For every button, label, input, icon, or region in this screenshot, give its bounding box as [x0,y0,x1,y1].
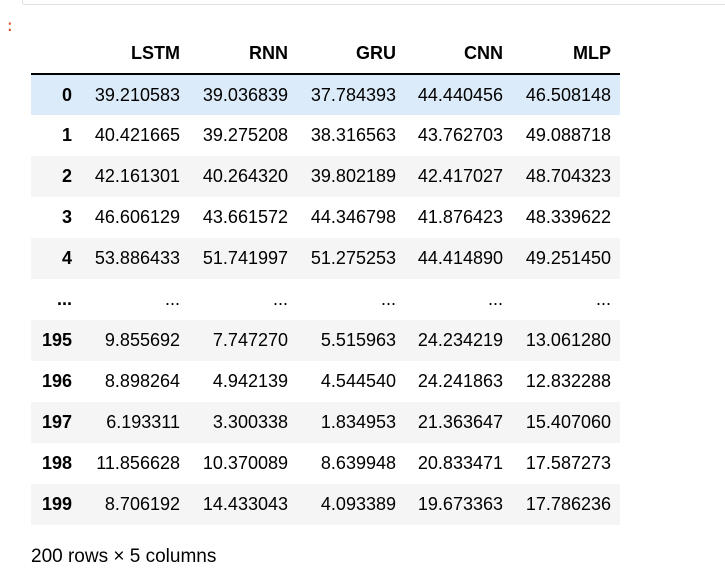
table-row: 199 8.706192 14.433043 4.093389 19.673363 17.… [31,484,620,525]
table-cell: 42.161301 [94,166,180,186]
row-index: 4 [61,248,72,268]
table-cell: 15.407060 [525,412,611,432]
table-row: 1 40.421665 39.275208 38.316563 43.762703 49.… [31,115,620,156]
table-row: 4 53.886433 51.741997 51.275253 44.414890 49.… [31,238,620,279]
table-cell: 20.833471 [417,453,503,473]
table-cell: 14.433043 [202,494,288,514]
table-cell: 49.088718 [525,125,611,145]
table-cell: 8.898264 [104,371,180,391]
column-header-mlp: MLP [512,33,620,75]
table-cell: 44.346798 [310,207,396,227]
table-cell: 44.440456 [417,84,503,105]
table-cell: 4.942139 [212,371,288,391]
table-row: 198 11.856628 10.370089 8.639948 20.833471 17… [31,443,620,484]
row-index: 195 [41,330,72,350]
table-cell: 39.210583 [94,84,180,105]
table-cell: 8.639948 [320,453,396,473]
table-cell: 37.784393 [310,84,396,105]
header-row: LSTM RNN GRU CNN MLP [31,33,620,75]
table-cell: 13.061280 [525,330,611,350]
table-cell: 48.704323 [525,166,611,186]
row-index: 199 [41,494,72,514]
table-cell: 38.316563 [310,125,396,145]
table-row: 2 42.161301 40.264320 39.802189 42.417027 48.… [31,156,620,197]
table-cell: 44.414890 [417,248,503,268]
table-row: 195 9.855692 7.747270 5.515963 24.234219 13.0… [31,320,620,361]
table-cell: 51.275253 [310,248,396,268]
table-cell: ... [380,289,396,309]
row-index: 198 [41,453,72,473]
table-cell: 41.876423 [417,207,503,227]
table-cell: 11.856628 [96,453,180,473]
table-cell: ... [487,289,503,309]
column-header-lstm: LSTM [81,33,189,75]
table-body: 0 39.210583 39.036839 37.784393 44.440456 46.… [31,74,620,525]
previous-cell-frame [22,0,725,5]
table-cell: 21.363647 [417,412,503,432]
table-cell: 46.508148 [525,84,611,105]
table-cell: 24.241863 [417,371,503,391]
table-cell: 9.855692 [104,330,180,350]
table-cell: 4.093389 [320,494,396,514]
table-cell: 10.370089 [202,453,288,473]
table-cell: 40.264320 [202,166,288,186]
column-header-rnn: RNN [189,33,297,75]
table-row: 0 39.210583 39.036839 37.784393 44.440456 46.… [31,74,620,115]
table-cell: 5.515963 [320,330,396,350]
dataframe-table: LSTM RNN GRU CNN MLP 0 39.210583 39.036839… [31,33,620,525]
table-cell: 46.606129 [94,207,180,227]
row-index: 197 [41,412,72,432]
output-prompt-marker: : [5,18,15,36]
table-cell: 51.741997 [202,248,288,268]
table-cell: 4.544540 [320,371,396,391]
table-cell: 12.832288 [525,371,611,391]
index-header [31,33,81,75]
column-header-gru: GRU [297,33,405,75]
table-row: 196 8.898264 4.942139 4.544540 24.241863 12.8… [31,361,620,402]
row-index: 0 [61,84,72,105]
table-cell: 42.417027 [417,166,503,186]
table-cell: 39.802189 [310,166,396,186]
table-cell: 8.706192 [104,494,180,514]
table-cell: 48.339622 [525,207,611,227]
row-index: ... [56,289,72,309]
table-cell: 49.251450 [525,248,611,268]
table-cell: 7.747270 [212,330,288,350]
table-cell: 24.234219 [417,330,503,350]
table-row: 3 46.606129 43.661572 44.346798 41.876423 48.… [31,197,620,238]
table-cell: ... [272,289,288,309]
row-index: 1 [61,125,72,145]
row-index: 2 [61,166,72,186]
table-cell: 39.036839 [202,84,288,105]
row-index: 196 [41,371,72,391]
table-cell: 43.661572 [202,207,288,227]
table-row: .................. [31,279,620,320]
table-cell: 53.886433 [94,248,180,268]
table-cell: 17.786236 [525,494,611,514]
table-cell: 19.673363 [417,494,503,514]
table-cell: 43.762703 [417,125,503,145]
table-cell: 39.275208 [202,125,288,145]
column-header-cnn: CNN [405,33,512,75]
table-shape-summary: 200 rows × 5 columns [31,546,217,567]
table-row: 197 6.193311 3.300338 1.834953 21.363647 15.4… [31,402,620,443]
table-cell: 6.193311 [106,412,180,432]
table-cell: 3.300338 [212,412,288,432]
table-cell: 40.421665 [94,125,180,145]
row-index: 3 [61,207,72,227]
table-cell: ... [595,289,611,309]
table-cell: ... [164,289,180,309]
table-cell: 1.834953 [320,412,396,432]
table-cell: 17.587273 [525,453,611,473]
